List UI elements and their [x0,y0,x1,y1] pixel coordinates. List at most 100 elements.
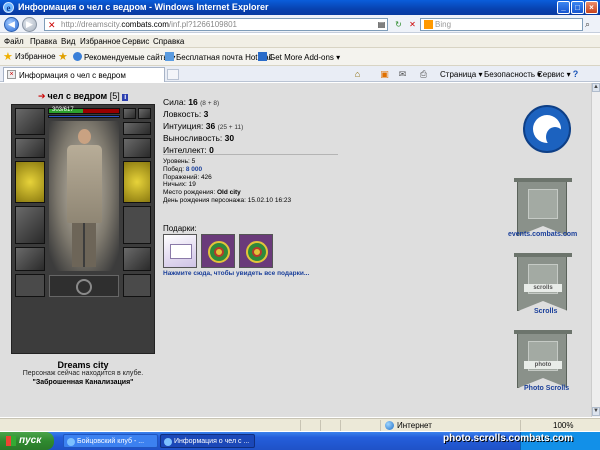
slot-boots[interactable] [123,247,151,271]
gift-target-2[interactable] [239,234,273,268]
stats-block: Сила: 16 (8 + 8) Ловкость: 3 Интуиция: 3… [163,97,243,157]
status-bar: Интернет 100% [0,418,600,431]
vertical-scrollbar[interactable]: ▲ ▼ [591,83,600,417]
slot-earrings[interactable] [123,122,151,135]
windows-flag-icon [6,436,16,446]
slot-amulet[interactable] [15,138,45,158]
info-birthplace: Место рождения: Old city [163,189,241,197]
address-input[interactable]: ✕ http://dreamscity.combats.com/inf.pl?1… [44,18,388,31]
info-block: Уровень: 5 Побед: 8 000 Поражений: 426 Н… [163,158,291,205]
mana-bar [48,115,120,118]
menu-favorites[interactable]: Избранное [80,37,121,46]
start-button[interactable]: пуск [0,432,54,450]
search-go-icon[interactable]: ⌕ [585,19,590,30]
help-icon[interactable]: ? [570,69,581,79]
slot-shield[interactable] [123,161,151,203]
hotmail-icon [165,52,174,61]
taskbar-item-info[interactable]: Информация о чел с ... [160,434,255,448]
slot-ring-2[interactable] [138,108,151,119]
watermark: photo.scrolls.combats.com [443,433,574,444]
menu-help[interactable]: Справка [153,37,184,46]
slot-weapon[interactable] [15,161,45,203]
favorites-button[interactable]: Избранное [15,52,56,61]
ie-icon [67,438,75,446]
menu-tools[interactable]: Сервис [122,37,149,46]
character-level: [5] [109,91,120,101]
maximize-button[interactable]: □ [571,1,584,14]
search-placeholder: Bing [435,20,452,29]
character-figure [49,121,119,271]
tab-current[interactable]: × Информация о чел с ведром [3,67,165,82]
gift-letter[interactable] [163,234,197,268]
taskbar-item-fightclub[interactable]: Бойцовский клуб - ... [63,434,158,448]
back-button[interactable]: ◀ [4,17,19,32]
internet-zone-icon [385,421,394,430]
slot-ring-1[interactable] [123,108,136,119]
fav-link-suggested[interactable]: Рекомендуемые сайты ▾ [73,52,175,62]
fav-link-addons[interactable]: Get More Add-ons ▾ [258,52,340,62]
slot-noimage[interactable] [123,206,151,244]
character-city: Dreams city [57,360,109,370]
slot-helmet[interactable] [15,108,45,135]
photo-scrolls-banner[interactable]: photo [514,330,572,388]
info-badge[interactable]: i [122,94,129,101]
arrow-icon: ➔ [38,91,46,101]
minimize-button[interactable]: _ [557,1,570,14]
fav-link-hotmail[interactable]: Бесплатная почта Hotmail [165,52,272,62]
zoom-level[interactable]: 100% [553,421,573,430]
events-banner[interactable] [514,178,572,236]
ie-icon [164,438,172,446]
location-line: Персонаж сейчас находится в клубе. [22,370,144,377]
bing-logo-icon [424,20,433,29]
mail-icon[interactable]: ✉ [397,69,408,79]
stop-icon[interactable]: ✕ [407,19,418,30]
slot-armor[interactable] [15,206,45,244]
search-input[interactable]: Bing [420,18,583,31]
info-wins: Побед: 8 000 [163,165,203,173]
close-button[interactable]: × [585,1,598,14]
crab-logo-icon[interactable] [523,105,571,153]
gifts-label: Подарки: [163,224,197,233]
safety-menu[interactable]: Безопасность ▾ [484,70,541,79]
address-bar: ◀ ▶ ✕ http://dreamscity.combats.com/inf.… [0,15,600,33]
menu-bar: Файл Правка Вид Избранное Сервис Справка [0,35,600,48]
scroll-up-arrow[interactable]: ▲ [592,83,600,92]
new-tab-button[interactable] [167,69,179,80]
stat-endurance: Выносливость: 30 [163,133,235,143]
scroll-down-arrow[interactable]: ▼ [592,407,600,416]
slot-empty-right[interactable] [123,274,151,297]
stat-intuition: Интуиция: 36 (25 + 11) [163,121,244,131]
info-losses: Поражений: 426 [163,173,212,181]
menu-file[interactable]: Файл [4,37,24,46]
scrolls-link[interactable]: Scrolls [534,308,557,315]
favorites-star-icon[interactable]: ★ [3,50,13,63]
gift-target-1[interactable] [201,234,235,268]
window-titlebar: e Информация о чел с ведром - Windows In… [0,0,600,15]
photo-scrolls-link[interactable]: Photo Scrolls [524,385,569,392]
stat-strength: Сила: 16 (8 + 8) [163,97,220,107]
tools-menu[interactable]: Сервис ▾ [537,70,571,79]
ie-logo-icon: e [3,2,14,13]
print-icon[interactable]: ⎙ [418,69,429,79]
page-menu[interactable]: Страница ▾ [440,70,483,79]
scrolls-banner[interactable]: scrolls [514,253,572,311]
character-name: ➔ чел с ведром [5] i [38,91,129,101]
home-icon[interactable]: ⌂ [352,69,363,79]
refresh-icon[interactable]: ↻ [393,19,404,30]
add-favorite-icon[interactable]: ★ [58,50,68,63]
tab-title: Информация о чел с ведром [19,71,126,80]
forward-button[interactable]: ▶ [22,17,37,32]
feeds-icon[interactable]: ▣ [379,69,390,79]
slot-gloves[interactable] [123,138,151,158]
menu-view[interactable]: Вид [61,37,75,46]
url-text: http://dreamscity.combats.com/inf.pl?126… [61,20,237,29]
stat-intellect: Интеллект: 0 [163,145,214,155]
slot-empty-left[interactable] [15,274,45,297]
gifts-link[interactable]: Нажмите сюда, чтобы увидеть все подарки.… [163,270,309,277]
slot-belt[interactable] [15,247,45,271]
menu-edit[interactable]: Правка [30,37,57,46]
compatibility-icon[interactable]: ▤ [376,19,387,30]
events-link[interactable]: events.combats.com [508,231,577,238]
photo-banner-label: photo [524,361,562,369]
page-icon: × [7,70,16,79]
